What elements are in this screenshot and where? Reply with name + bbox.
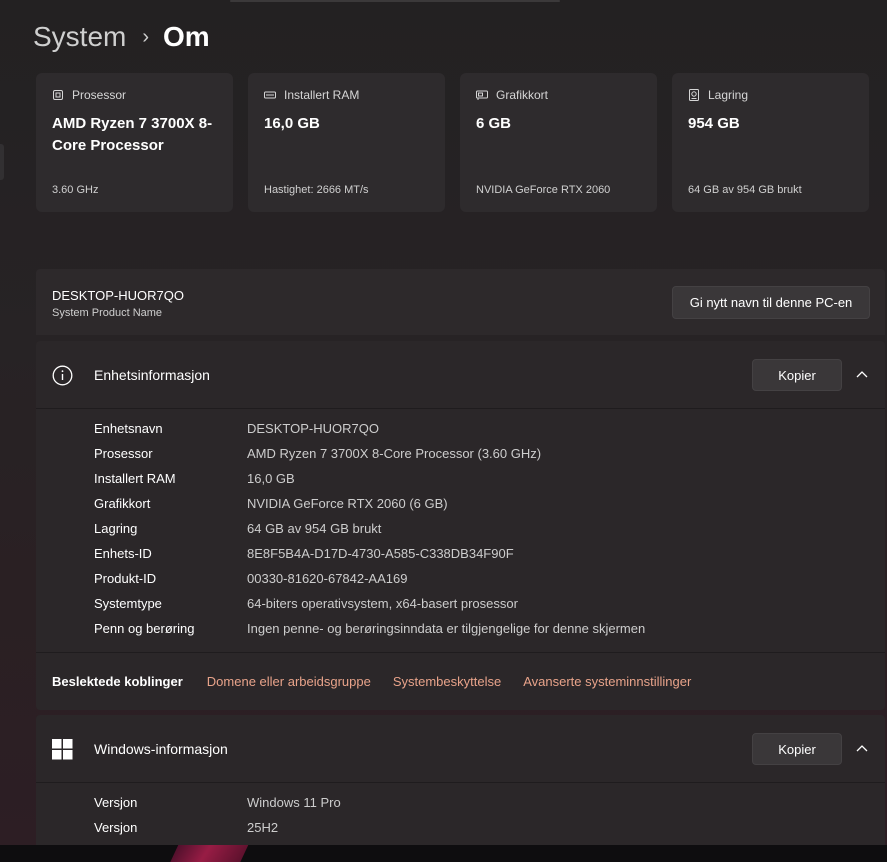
spec-value: 8E8F5B4A-D17D-4730-A585-C338DB34F90F	[247, 545, 514, 561]
related-links-label: Beslektede koblinger	[52, 674, 183, 689]
spec-value: 16,0 GB	[247, 470, 295, 486]
spec-value: 64-biters operativsystem, x64-basert pro…	[247, 595, 518, 611]
device-info-header[interactable]: Enhetsinformasjon Kopier	[36, 341, 885, 409]
spec-row: Versjon 25H2	[94, 817, 278, 837]
card-value: 6 GB	[476, 115, 512, 132]
windows-info-header[interactable]: Windows-informasjon Kopier	[36, 715, 885, 783]
system-product-name: System Product Name	[52, 307, 163, 319]
spec-row: Prosessor AMD Ryzen 7 3700X 8-Core Proce…	[94, 443, 541, 463]
card-subtext: 64 GB av 954 GB brukt	[688, 184, 802, 196]
card-subtext: NVIDIA GeForce RTX 2060	[476, 184, 611, 196]
spec-row: Grafikkort NVIDIA GeForce RTX 2060 (6 GB…	[94, 493, 448, 513]
rename-pc-button[interactable]: Gi nytt navn til denne PC-en	[672, 286, 870, 319]
spec-value: Windows 11 Pro	[247, 794, 341, 810]
device-name-panel: DESKTOP-HUOR7QO System Product Name Gi n…	[36, 269, 885, 335]
gpu-icon	[476, 89, 488, 101]
related-links: Beslektede koblinger Domene eller arbeid…	[36, 652, 885, 710]
spec-value: 64 GB av 954 GB brukt	[247, 520, 382, 536]
card-processor: Prosessor AMD Ryzen 7 3700X 8-Core Proce…	[36, 73, 233, 212]
processor-icon	[52, 89, 64, 101]
card-value: AMD Ryzen 7 3700X 8-Core Processor	[52, 115, 213, 154]
spec-key: Enhets-ID	[94, 545, 152, 561]
page-title: Om	[163, 21, 210, 52]
link-advanced-system-settings[interactable]: Avanserte systeminnstillinger	[523, 674, 691, 689]
spec-value: 00330-81620-67842-AA169	[247, 570, 408, 586]
spec-value: AMD Ryzen 7 3700X 8-Core Processor (3.60…	[247, 445, 542, 461]
spec-key: Versjon	[94, 819, 138, 835]
chevron-up-icon[interactable]	[854, 741, 870, 757]
navigation-pane-edge[interactable]	[0, 144, 4, 180]
spec-row: Systemtype 64-biters operativsystem, x64…	[94, 593, 518, 613]
info-icon	[52, 365, 73, 386]
spec-row: Enhetsnavn DESKTOP-HUOR7QO	[94, 418, 379, 438]
spec-key: Produkt-ID	[94, 570, 157, 586]
card-label: Installert RAM	[284, 88, 360, 102]
section-title: Windows-informasjon	[94, 741, 228, 757]
card-ram: Installert RAM 16,0 GB Hastighet: 2666 M…	[248, 73, 445, 212]
spec-key: Versjon	[94, 794, 138, 810]
section-title: Enhetsinformasjon	[94, 367, 210, 383]
breadcrumb-separator-icon: ›	[142, 25, 150, 48]
spec-row: Produkt-ID 00330-81620-67842-AA169	[94, 568, 407, 588]
spec-key: Prosessor	[94, 445, 153, 461]
spec-cards: Prosessor AMD Ryzen 7 3700X 8-Core Proce…	[36, 73, 869, 212]
card-subtext: Hastighet: 2666 MT/s	[264, 184, 369, 196]
spec-key: Enhetsnavn	[94, 420, 163, 436]
card-label: Grafikkort	[496, 88, 549, 102]
taskbar-edge	[0, 845, 887, 862]
desktop-wallpaper	[169, 845, 251, 862]
device-name: DESKTOP-HUOR7QO	[52, 288, 184, 303]
storage-icon	[688, 89, 700, 101]
spec-key: Installert RAM	[94, 470, 176, 486]
card-value: 16,0 GB	[264, 115, 320, 132]
copy-device-info-button[interactable]: Kopier	[752, 359, 842, 391]
card-gpu: Grafikkort 6 GB NVIDIA GeForce RTX 2060	[460, 73, 657, 212]
spec-key: Systemtype	[94, 595, 162, 611]
link-domain-workgroup[interactable]: Domene eller arbeidsgruppe	[207, 674, 371, 689]
breadcrumb: System › Om	[33, 18, 210, 56]
spec-row: Lagring 64 GB av 954 GB brukt	[94, 518, 381, 538]
title-bar-edge	[230, 0, 560, 2]
windows-info-section: Windows-informasjon Kopier Versjon Windo…	[36, 715, 885, 845]
spec-key: Penn og berøring	[94, 620, 195, 636]
device-info-section: Enhetsinformasjon Kopier Enhetsnavn DESK…	[36, 341, 885, 710]
breadcrumb-system[interactable]: System	[33, 21, 126, 53]
copy-windows-info-button[interactable]: Kopier	[752, 733, 842, 765]
card-subtext: 3.60 GHz	[52, 184, 99, 196]
card-label: Prosessor	[72, 88, 127, 102]
card-label: Lagring	[708, 88, 749, 102]
windows-logo-icon	[52, 739, 73, 760]
spec-key: Grafikkort	[94, 495, 151, 511]
spec-row: Penn og berøring Ingen penne- og berørin…	[94, 618, 645, 638]
link-system-protection[interactable]: Systembeskyttelse	[393, 674, 501, 689]
spec-value: 25H2	[247, 819, 279, 835]
spec-row: Enhets-ID 8E8F5B4A-D17D-4730-A585-C338DB…	[94, 543, 514, 563]
card-storage: Lagring 954 GB 64 GB av 954 GB brukt	[672, 73, 869, 212]
chevron-up-icon[interactable]	[854, 367, 870, 383]
spec-value: DESKTOP-HUOR7QO	[247, 420, 379, 436]
spec-key: Lagring	[94, 520, 138, 536]
spec-value: NVIDIA GeForce RTX 2060 (6 GB)	[247, 495, 448, 511]
spec-row: Versjon Windows 11 Pro	[94, 792, 341, 812]
spec-value: Ingen penne- og berøringsinndata er tilg…	[247, 620, 646, 636]
settings-window: System › Om Prosessor AMD Ryzen 7 3700X …	[0, 0, 887, 845]
spec-row: Installert RAM 16,0 GB	[94, 468, 295, 488]
ram-icon	[264, 89, 276, 101]
card-value: 954 GB	[688, 115, 740, 132]
